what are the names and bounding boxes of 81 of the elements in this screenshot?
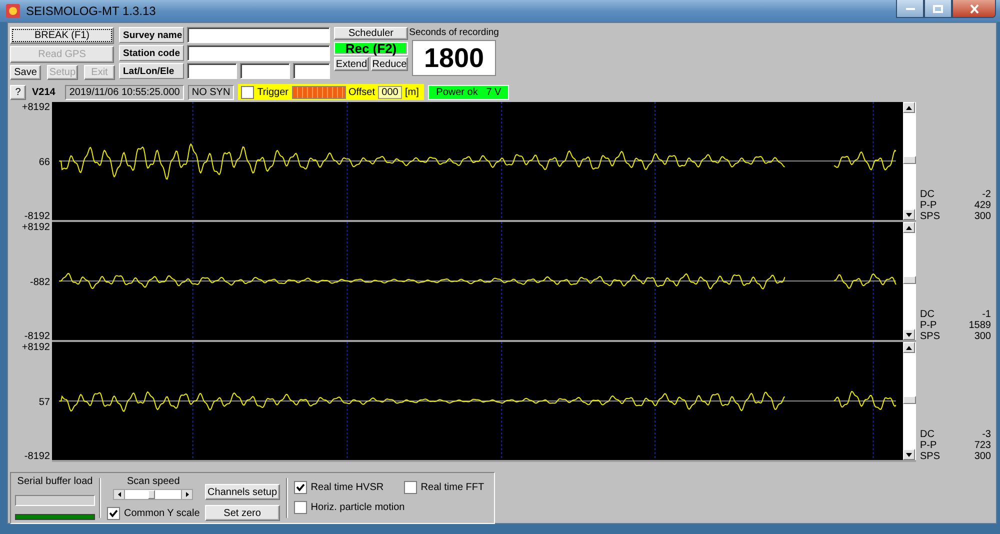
checkbox[interactable] bbox=[294, 501, 307, 514]
stat-label: SPS bbox=[920, 211, 940, 222]
reduce-button[interactable]: Reduce bbox=[371, 57, 408, 71]
checked-checkbox[interactable] bbox=[107, 506, 120, 520]
close-button[interactable] bbox=[952, 0, 996, 18]
extend-button[interactable]: Extend bbox=[334, 57, 369, 71]
scrollbar[interactable] bbox=[903, 102, 916, 222]
stat-value: 300 bbox=[973, 331, 991, 342]
input-field[interactable] bbox=[187, 63, 237, 79]
seconds-label: Seconds of recording bbox=[409, 27, 499, 38]
minimize-icon bbox=[906, 8, 914, 10]
stat-label: DC bbox=[920, 309, 936, 320]
serial-buffer-label: Serial buffer load bbox=[17, 476, 93, 487]
maximize-button[interactable] bbox=[924, 0, 952, 18]
stat-value: -2 bbox=[981, 189, 991, 200]
window-title: SEISMOLOG-MT 1.3.13 bbox=[26, 4, 156, 18]
stat-value: 300 bbox=[973, 211, 991, 222]
checkbox[interactable] bbox=[404, 481, 417, 494]
axis-label: -8192 bbox=[24, 331, 50, 342]
scan-speed-slider[interactable] bbox=[113, 489, 194, 500]
stat-value: 723 bbox=[973, 440, 991, 451]
unit-label: [m] bbox=[405, 86, 419, 98]
checkbox-label: Common Y scale bbox=[124, 508, 200, 518]
scroll-thumb[interactable] bbox=[903, 276, 916, 284]
scheduler-button[interactable]: Scheduler bbox=[334, 27, 408, 40]
field-label: Station code bbox=[119, 45, 184, 61]
help-button[interactable]: ? bbox=[10, 84, 26, 100]
maximize-icon bbox=[933, 4, 943, 12]
scan-speed-label: Scan speed bbox=[126, 476, 180, 487]
datetime-display: 2019/11/06 10:55:25.000 bbox=[65, 84, 184, 100]
break-button[interactable]: BREAK (F1) bbox=[10, 27, 114, 44]
channels-setup-button[interactable]: Channels setup bbox=[204, 484, 280, 500]
power-status: Power ok 7 V bbox=[428, 84, 510, 100]
slider-thumb[interactable] bbox=[148, 490, 155, 499]
input-field[interactable] bbox=[187, 45, 330, 61]
scrollbar[interactable] bbox=[903, 222, 916, 342]
save-button[interactable]: Save bbox=[10, 65, 41, 80]
checkbox[interactable] bbox=[241, 86, 254, 98]
app-icon bbox=[6, 4, 20, 18]
stat-label: SPS bbox=[920, 451, 940, 462]
axis-label: +8192 bbox=[22, 222, 50, 233]
checkbox-label: Real time FFT bbox=[420, 482, 484, 493]
stat-label: DC bbox=[920, 189, 936, 200]
offset-label: Offset bbox=[348, 86, 375, 98]
axis-label: +8192 bbox=[22, 102, 50, 113]
stat-value: 429 bbox=[973, 200, 991, 211]
stat-value: 1589 bbox=[968, 320, 991, 331]
stat-label: DC bbox=[920, 429, 936, 440]
field-label: Survey name bbox=[119, 27, 184, 43]
axis-label: 57 bbox=[38, 396, 50, 408]
stat-value: 300 bbox=[973, 451, 991, 462]
scrollbar[interactable] bbox=[903, 342, 916, 462]
minimize-button[interactable] bbox=[896, 0, 924, 18]
axis-label: +8192 bbox=[22, 342, 50, 353]
sync-status: NO SYN bbox=[188, 84, 234, 100]
set-zero-button[interactable]: Set zero bbox=[204, 505, 280, 521]
stat-label: P-P bbox=[920, 440, 938, 451]
stat-label: P-P bbox=[920, 320, 938, 331]
seconds-display: 1800 bbox=[412, 40, 496, 76]
input-field[interactable] bbox=[293, 63, 330, 79]
stat-value: -1 bbox=[981, 309, 991, 320]
axis-label: -8192 bbox=[24, 451, 50, 462]
input-field[interactable] bbox=[187, 27, 330, 43]
scroll-thumb[interactable] bbox=[903, 156, 916, 164]
axis-label: -882 bbox=[30, 276, 50, 288]
axis-label: 66 bbox=[38, 156, 50, 168]
input-field[interactable] bbox=[240, 63, 290, 79]
checkbox-label: Horiz. particle motion bbox=[310, 502, 405, 513]
close-icon bbox=[970, 4, 978, 14]
scroll-thumb[interactable] bbox=[903, 396, 916, 404]
axis-label: -8192 bbox=[24, 211, 50, 222]
stat-value: -3 bbox=[981, 429, 991, 440]
stat-label: SPS bbox=[920, 331, 940, 342]
trigger-label: Trigger bbox=[257, 86, 288, 98]
record-button[interactable]: Rec (F2) bbox=[334, 42, 408, 55]
field-label: Lat/Lon/Ele bbox=[119, 63, 184, 79]
stat-label: P-P bbox=[920, 200, 938, 211]
checkbox-label: Real time HVSR bbox=[310, 482, 384, 493]
checked-checkbox[interactable] bbox=[294, 481, 307, 494]
version-label: V214 bbox=[32, 86, 56, 98]
offset-field[interactable]: 000 bbox=[378, 86, 402, 98]
